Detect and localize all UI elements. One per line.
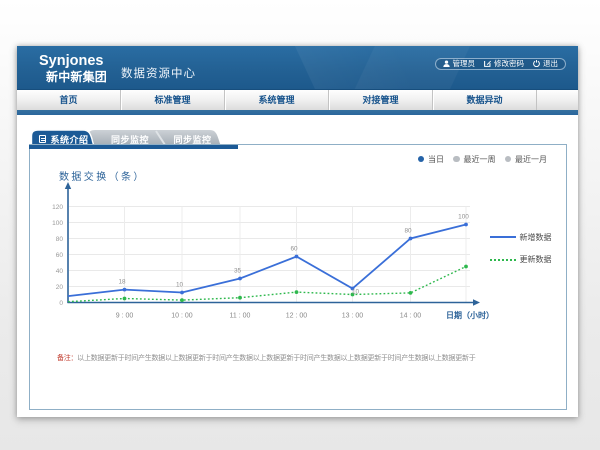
nav-item-data-change[interactable]: 数据异动 [433,90,537,110]
header-decor [178,46,478,90]
legend-new-data[interactable]: 新增数据 [490,226,552,249]
legend-line-sample [490,236,516,238]
footnote: 备注：以上数据更新于时间产生数据以上数据更新于时间产生数据以上数据更新于时间产生… [57,353,476,363]
app-header: Synjones 新中新集团 数据资源中心 管理员 修改密码 退出 [17,46,578,90]
svg-text:100: 100 [458,214,469,221]
svg-text:14 : 00: 14 : 00 [400,313,422,320]
company-logo[interactable]: Synjones 新中新集团 [39,54,107,84]
svg-text:20: 20 [56,284,64,291]
logo-text-en: Synjones [39,54,107,68]
nav-accent-strip [17,110,578,115]
svg-text:11 : 00: 11 : 00 [230,313,251,320]
svg-text:12 : 00: 12 : 00 [286,313,308,320]
footnote-text: 以上数据更新于时间产生数据以上数据更新于时间产生数据以上数据更新于时间产生数据以… [77,355,475,362]
svg-text:10: 10 [176,282,184,289]
legend-label: 新增数据 [520,232,552,243]
svg-text:80: 80 [56,236,64,243]
legend-line-sample [490,259,516,261]
svg-text:9 : 00: 9 : 00 [116,313,134,320]
app-title: 数据资源中心 [121,65,196,81]
logout-label: 退出 [543,58,558,69]
power-icon [533,60,540,67]
svg-text:35: 35 [234,268,242,275]
svg-text:40: 40 [56,268,64,275]
user-toolbar: 管理员 修改密码 退出 [435,58,567,71]
legend-update-data[interactable]: 更新数据 [490,249,552,272]
x-axis-title: 日期（小时） [446,310,494,321]
svg-text:60: 60 [56,252,64,259]
line-chart: 0 20 40 60 80 100 120 9 : 00 10 : 00 11 : 00 12 : … [30,145,566,409]
content-panel: 当日 最近一周 最近一月 数据交换（条） 0204060801001209 : … [29,144,567,410]
user-menu[interactable]: 管理员 [443,58,476,69]
svg-text:100: 100 [52,220,63,227]
logout-button[interactable]: 退出 [533,58,558,69]
svg-text:18: 18 [118,279,126,286]
svg-text:0: 0 [59,300,63,307]
edit-icon [484,60,491,67]
active-tab-underline [29,145,238,149]
change-password-label: 修改密码 [494,58,524,69]
nav-item-standard-mgmt[interactable]: 标准管理 [121,90,225,110]
svg-text:13 : 00: 13 : 00 [342,313,364,320]
svg-text:10 : 00: 10 : 00 [171,313,193,320]
nav-item-interface-mgmt[interactable]: 对接管理 [329,90,433,110]
nav-item-home[interactable]: 首页 [17,90,121,110]
logo-text-cn: 新中新集团 [46,71,107,84]
legend-label: 更新数据 [520,254,552,265]
change-password-button[interactable]: 修改密码 [484,58,524,69]
app-window: Synjones 新中新集团 数据资源中心 管理员 修改密码 退出 首页 标准管… [17,46,578,417]
main-nav: 首页 标准管理 系统管理 对接管理 数据异动 [17,90,578,110]
nav-item-system-mgmt[interactable]: 系统管理 [225,90,329,110]
document-icon [39,135,46,143]
svg-text:80: 80 [404,228,412,235]
footnote-prefix: 备注： [57,355,77,362]
chart-legend: 新增数据 更新数据 [490,226,552,271]
user-icon [443,60,450,67]
svg-text:10: 10 [352,289,360,296]
user-name: 管理员 [453,58,476,69]
svg-text:60: 60 [290,246,298,253]
svg-text:120: 120 [52,204,63,211]
